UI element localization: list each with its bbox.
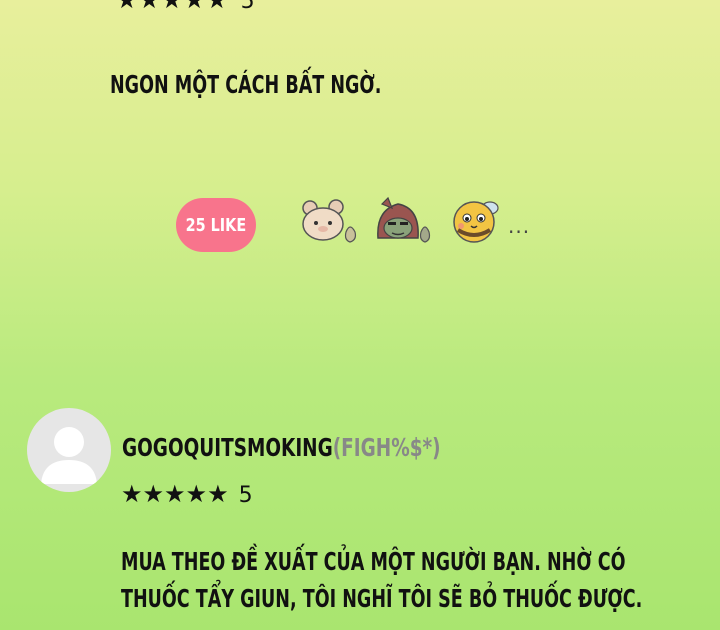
bee-sticker-icon[interactable] <box>448 196 508 248</box>
username-name: GOGOQUITSMOKING <box>122 433 333 462</box>
like-count-label: 25 LIKE <box>185 214 247 236</box>
star-rating-icons: ★★★★★ <box>116 0 229 14</box>
review-text: NGON MỘT CÁCH BẤT NGỜ. <box>110 70 382 99</box>
review-text-line: MUA THEO ĐỀ XUẤT CỦA MỘT NGƯỜI BẠN. NHỜ … <box>121 547 626 576</box>
default-avatar-icon <box>41 427 97 484</box>
more-reactions-icon[interactable]: ... <box>508 214 530 238</box>
like-button[interactable]: 25 LIKE <box>176 198 256 252</box>
review-text-line: THUỐC TẨY GIUN, TÔI NGHĨ TÔI SẼ BỎ THUỐC… <box>121 584 643 613</box>
review-text: MUA THEO ĐỀ XUẤT CỦA MỘT NGƯỜI BẠN. NHỜ … <box>121 543 642 617</box>
username-suffix: (FIGH%$*) <box>332 433 441 462</box>
avatar[interactable] <box>27 408 111 492</box>
rating-value: 5 <box>240 0 256 14</box>
rating-value: 5 <box>238 483 253 508</box>
hooded-frog-sticker-icon[interactable] <box>372 196 432 248</box>
review-rating: ★★★★★ 5 <box>121 480 253 508</box>
star-rating-icons: ★★★★★ <box>121 480 229 508</box>
top-review-rating: ★★★★★ 5 <box>116 0 256 14</box>
username[interactable]: GOGOQUITSMOKING(FIGH%$*) <box>122 433 441 462</box>
bear-sticker-icon[interactable] <box>298 196 358 248</box>
